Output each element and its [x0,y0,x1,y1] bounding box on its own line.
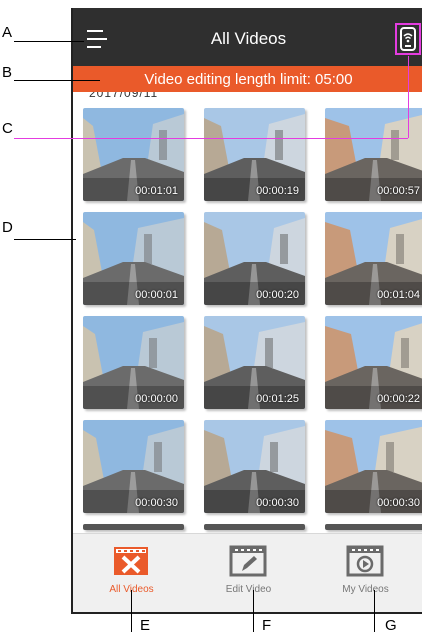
annotation-b-line [14,80,100,81]
my-videos-icon [345,544,385,578]
video-thumbnail-partial[interactable] [325,524,422,530]
video-duration: 00:00:01 [135,289,178,301]
annotation-g-line [374,590,375,632]
video-duration: 00:00:22 [377,393,420,405]
annotation-f: F [262,617,272,634]
video-duration: 00:00:30 [135,497,178,509]
edit-video-icon [228,544,268,578]
video-thumbnail[interactable]: 00:00:30 [204,420,305,513]
tab-my-videos[interactable]: My Videos [307,540,422,606]
annotation-a: A [2,24,13,41]
video-thumbnail[interactable]: 00:00:20 [204,212,305,305]
tab-edit-video[interactable]: Edit Video [190,540,307,606]
video-duration: 00:00:30 [377,497,420,509]
video-duration: 00:00:19 [256,185,299,197]
annotation-e-line [131,590,132,632]
annotation-a-line [14,41,84,42]
video-thumbnail[interactable]: 00:01:04 [325,212,422,305]
annotation-d: D [2,219,13,236]
video-duration: 00:00:57 [377,185,420,197]
video-duration: 00:01:25 [256,393,299,405]
video-thumbnail[interactable]: 00:00:30 [325,420,422,513]
video-duration: 00:01:04 [377,289,420,301]
annotation-g: G [385,617,397,634]
page-title: All Videos [210,29,287,48]
video-duration: 00:00:20 [256,289,299,301]
annotation-c-line [14,138,408,139]
tab-label: Edit Video [225,584,272,595]
video-thumbnail[interactable]: 00:00:22 [325,316,422,409]
video-thumbnail[interactable]: 00:01:25 [204,316,305,409]
annotation-b: B [2,64,13,81]
video-duration: 00:00:30 [256,497,299,509]
phone-screen: All Videos 2017/09/11 Video editing leng… [71,8,422,614]
annotation-d-line [14,239,76,240]
annotation-f-line [253,590,254,632]
all-videos-icon [111,544,151,578]
length-limit-banner: Video editing length limit: 05:00 [73,66,422,92]
annotation-e: E [140,617,151,634]
tab-label: My Videos [342,584,389,595]
video-thumbnail[interactable]: 00:00:30 [83,420,184,513]
video-thumbnail-partial[interactable] [83,524,184,530]
video-thumbnail[interactable]: 00:00:01 [83,212,184,305]
video-thumbnail[interactable]: 00:01:01 [83,108,184,201]
app-header: All Videos [73,8,422,66]
annotation-c-vline [408,56,409,138]
video-duration: 00:00:00 [135,393,178,405]
wifi-device-icon[interactable] [395,23,421,55]
video-duration: 00:01:01 [135,185,178,197]
bottom-tab-bar: All Videos Edit Video My Videos [73,533,422,612]
video-thumbnail[interactable]: 00:00:00 [83,316,184,409]
video-thumbnail[interactable]: 00:00:19 [204,108,305,201]
annotation-c: C [2,120,13,137]
video-thumbnail-partial[interactable] [204,524,305,530]
